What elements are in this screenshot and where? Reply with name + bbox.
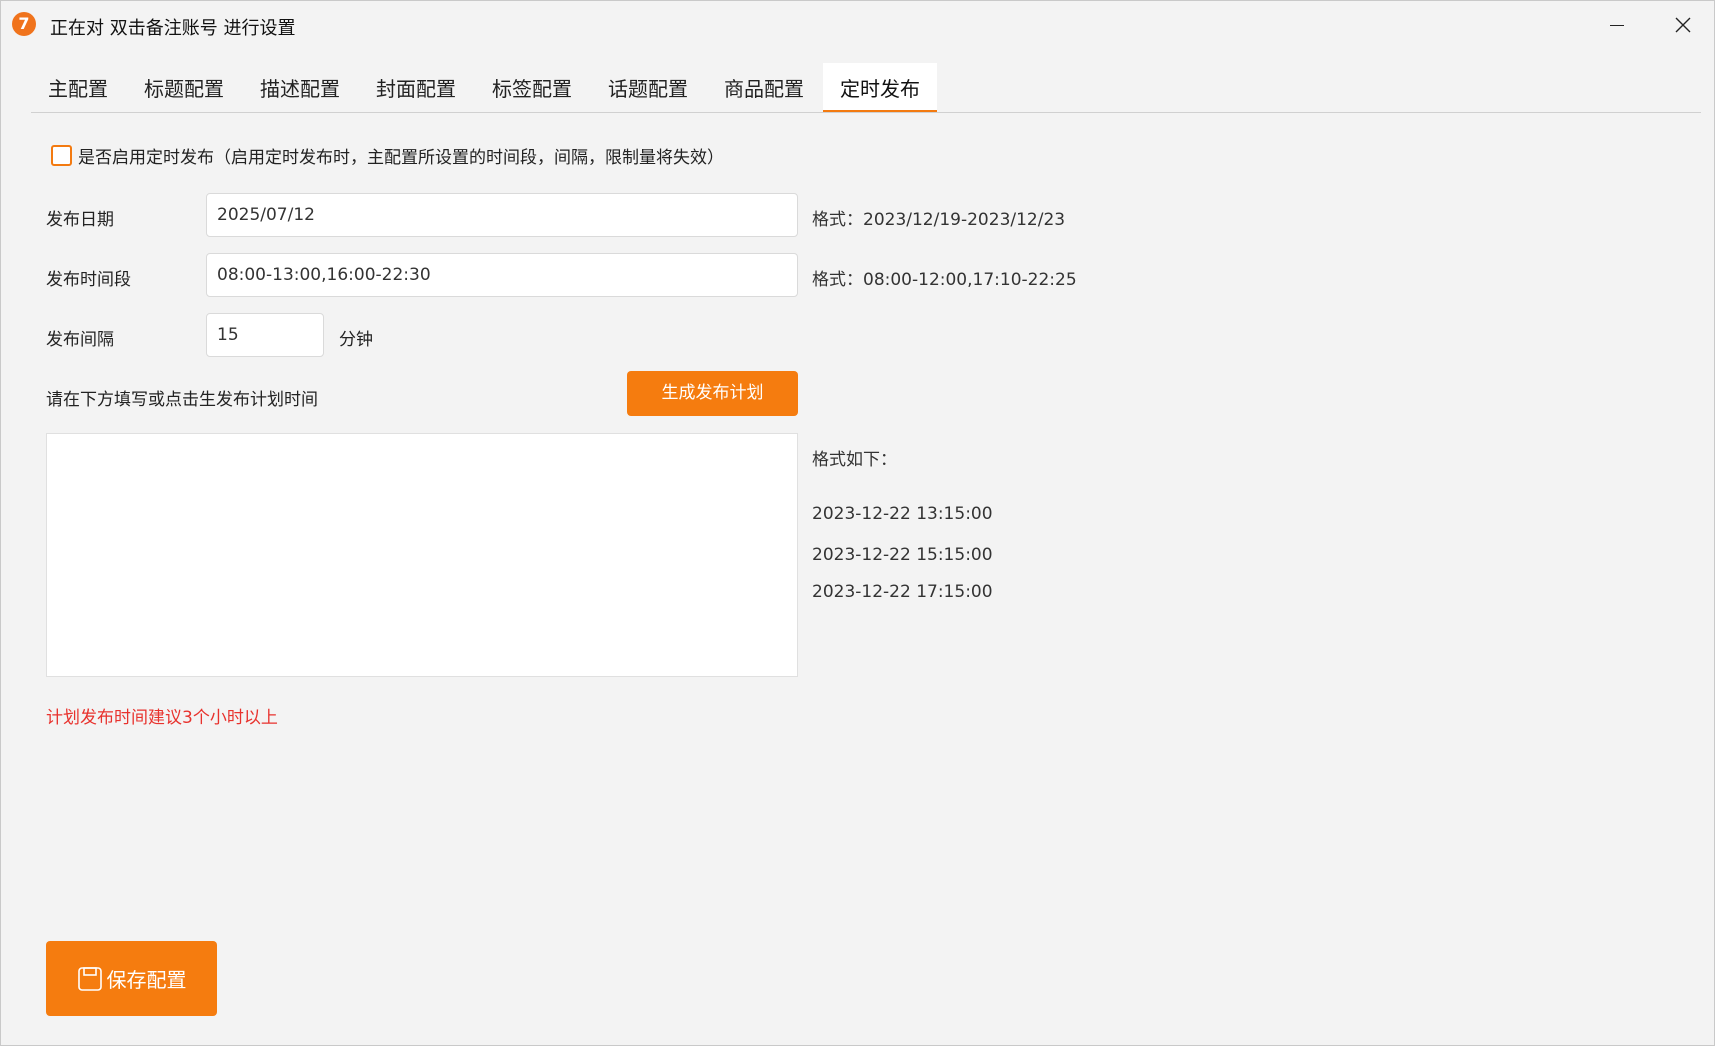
publish-date-hint: 格式：2023/12/19-2023/12/23 — [812, 210, 1066, 230]
format-example: 2023-12-22 13:15:00 — [812, 504, 993, 524]
enable-schedule-label: 是否启用定时发布（启用定时发布时，主配置所设置的时间段，间隔，限制量将失效） — [78, 148, 724, 168]
save-icon — [77, 966, 102, 991]
save-config-label: 保存配置 — [106, 968, 187, 992]
plan-time-textarea[interactable] — [46, 433, 798, 677]
publish-date-input[interactable]: 2025/07/12 — [206, 193, 798, 237]
publish-interval-label: 发布间隔 — [46, 330, 114, 350]
generate-plan-button[interactable]: 生成发布计划 — [627, 371, 798, 416]
tab-main-config[interactable]: 主配置 — [31, 63, 125, 112]
close-button[interactable] — [1655, 5, 1711, 45]
format-example: 2023-12-22 17:15:00 — [812, 582, 993, 602]
enable-schedule-row[interactable]: 是否启用定时发布（启用定时发布时，主配置所设置的时间段，间隔，限制量将失效） — [51, 143, 724, 168]
tab-tag-config[interactable]: 标签配置 — [475, 63, 589, 112]
interval-unit-label: 分钟 — [339, 330, 373, 350]
enable-schedule-checkbox[interactable] — [51, 145, 72, 166]
title-bar: 7 正在对 双击备注账号 进行设置 — [1, 1, 1714, 51]
minimize-icon — [1610, 24, 1624, 26]
app-logo-icon: 7 — [12, 12, 36, 36]
minimize-button[interactable] — [1589, 5, 1645, 45]
tab-topic-config[interactable]: 话题配置 — [591, 63, 705, 112]
publish-interval-input[interactable]: 15 — [206, 313, 324, 357]
tab-description-config[interactable]: 描述配置 — [243, 63, 357, 112]
close-icon — [1675, 17, 1691, 33]
publish-time-label: 发布时间段 — [46, 270, 131, 290]
publish-date-label: 发布日期 — [46, 210, 114, 230]
settings-window: 7 正在对 双击备注账号 进行设置 主配置 标题配置 描述配置 封面配置 标签配… — [0, 0, 1715, 1046]
window-title: 正在对 双击备注账号 进行设置 — [50, 18, 296, 39]
publish-time-input[interactable]: 08:00-13:00,16:00-22:30 — [206, 253, 798, 297]
tab-bar: 主配置 标题配置 描述配置 封面配置 标签配置 话题配置 商品配置 定时发布 — [31, 63, 1701, 113]
tab-scheduled-publish[interactable]: 定时发布 — [823, 63, 937, 112]
tab-cover-config[interactable]: 封面配置 — [359, 63, 473, 112]
tab-title-config[interactable]: 标题配置 — [127, 63, 241, 112]
plan-prompt-label: 请在下方填写或点击生发布计划时间 — [46, 390, 318, 410]
save-config-button[interactable]: 保存配置 — [46, 941, 217, 1016]
format-example: 2023-12-22 15:15:00 — [812, 545, 993, 565]
tab-product-config[interactable]: 商品配置 — [707, 63, 821, 112]
format-title: 格式如下： — [812, 450, 897, 470]
schedule-warning: 计划发布时间建议3个小时以上 — [46, 708, 278, 728]
content-area: 主配置 标题配置 描述配置 封面配置 标签配置 话题配置 商品配置 定时发布 是… — [31, 63, 1701, 1033]
publish-time-hint: 格式：08:00-12:00,17:10-22:25 — [812, 270, 1077, 290]
